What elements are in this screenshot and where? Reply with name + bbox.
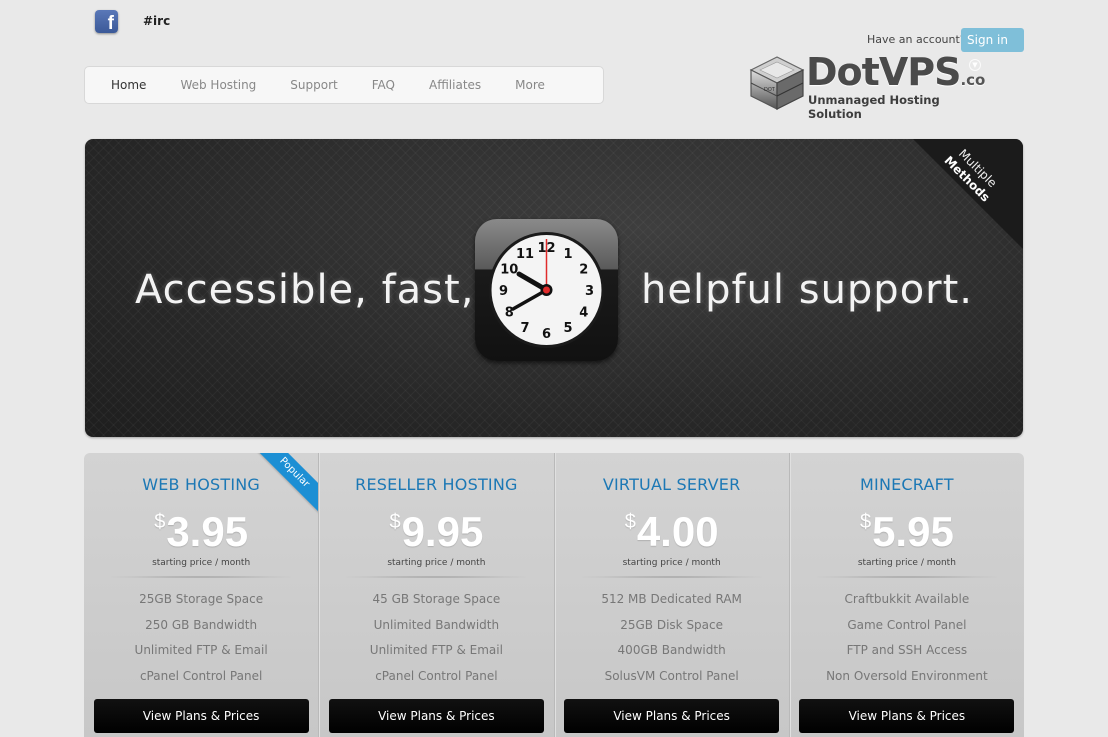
view-plans-button[interactable]: View Plans & Prices: [564, 699, 780, 733]
plan-price: $3.95: [84, 501, 318, 553]
plan-features: 512 MB Dedicated RAM 25GB Disk Space 400…: [555, 587, 789, 689]
plan-features: 45 GB Storage Space Unlimited Bandwidth …: [319, 587, 553, 689]
feature-item: 45 GB Storage Space: [372, 592, 501, 606]
logo-name: DotVPS: [806, 50, 961, 94]
price-value: 4.00: [636, 508, 719, 555]
clock-numeral: 3: [585, 284, 594, 299]
main-nav: Home Web Hosting Support FAQ Affiliates …: [84, 66, 604, 104]
feature-item: Unlimited Bandwidth: [373, 617, 500, 632]
feature-item: Game Control Panel: [847, 617, 967, 632]
divider: [111, 576, 292, 578]
clock-numeral: 11: [516, 247, 534, 262]
nav-item-affiliates[interactable]: Affiliates: [415, 78, 495, 92]
clock-numeral: 1: [563, 247, 572, 262]
sign-in-button[interactable]: Sign in ▼: [961, 28, 1024, 71]
server-cube-icon: DOT: [749, 56, 805, 110]
banner-text-right: helpful support.: [641, 267, 974, 313]
plan-price: $9.95: [319, 501, 553, 553]
view-plans-button[interactable]: View Plans & Prices: [93, 699, 309, 733]
clock-numeral: 7: [520, 321, 529, 336]
feature-item: FTP and SSH Access: [846, 643, 968, 657]
clock-numeral: 9: [499, 284, 508, 299]
plan-card-reseller-hosting: RESELLER HOSTING $9.95 starting price / …: [319, 453, 555, 737]
hero-banner: Accessible, fast, helpful support. Multi…: [85, 139, 1023, 437]
logo-tld: .co: [960, 71, 986, 89]
account-prompt: Have an account?: [867, 33, 966, 46]
clock-icon: 12 1 2 3 4 5 6 7 8 9 10 11: [475, 219, 618, 361]
banner-text-left: Accessible, fast,: [135, 267, 475, 313]
irc-link[interactable]: #irc: [143, 14, 170, 28]
nav-item-support[interactable]: Support: [276, 78, 351, 92]
plan-title: RESELLER HOSTING: [355, 475, 518, 494]
price-value: 3.95: [166, 508, 249, 555]
logo-wordmark: DotVPS.co: [806, 50, 985, 94]
feature-item: cPanel Control Panel: [139, 668, 263, 683]
view-plans-button[interactable]: View Plans & Prices: [799, 699, 1015, 733]
plan-title: MINECRAFT: [860, 475, 954, 494]
nav-item-home[interactable]: Home: [97, 78, 160, 92]
pricing-plans: Popular WEB HOSTING $3.95 starting price…: [84, 453, 1024, 737]
currency-symbol: $: [389, 511, 401, 533]
logo-tagline: Unmanaged Hosting Solution: [808, 93, 940, 121]
plan-card-web-hosting: Popular WEB HOSTING $3.95 starting price…: [84, 453, 320, 737]
currency-symbol: $: [624, 511, 636, 533]
nav-item-more[interactable]: More: [501, 78, 559, 92]
plan-card-virtual-server: VIRTUAL SERVER $4.00 starting price / mo…: [555, 453, 790, 737]
clock-numeral: 10: [500, 263, 518, 278]
view-plans-button[interactable]: View Plans & Prices: [328, 699, 544, 733]
feature-item: cPanel Control Panel: [375, 668, 498, 683]
currency-symbol: $: [154, 511, 166, 533]
plan-price-subtitle: starting price / month: [857, 558, 956, 568]
clock-numeral: 2: [579, 263, 588, 278]
clock-numeral: 6: [542, 327, 551, 342]
plan-card-minecraft: MINECRAFT $5.95 starting price / month C…: [790, 453, 1024, 737]
feature-item: Unlimited FTP & Email: [369, 643, 503, 657]
clock-numeral: 4: [579, 306, 588, 321]
plan-price: $4.00: [555, 501, 789, 553]
clock-numeral: 5: [563, 321, 572, 336]
plan-features: Craftbukkit Available Game Control Panel…: [790, 587, 1024, 689]
sign-in-label: Sign in: [967, 33, 1008, 47]
price-value: 9.95: [401, 508, 484, 555]
feature-item: Non Oversold Environment: [826, 668, 988, 683]
plan-title: WEB HOSTING: [142, 475, 261, 494]
plan-price-subtitle: starting price / month: [152, 558, 251, 568]
feature-item: 400GB Bandwidth: [617, 643, 726, 657]
divider: [816, 576, 997, 578]
plan-price: $5.95: [790, 501, 1024, 553]
feature-item: SolusVM Control Panel: [604, 668, 739, 683]
feature-item: 25GB Storage Space: [139, 592, 264, 606]
logo[interactable]: DOT DotVPS.co Unmanaged Hosting Solution: [748, 50, 988, 121]
clock-face: 12 1234567891011: [488, 232, 605, 348]
nav-item-web-hosting[interactable]: Web Hosting: [166, 78, 270, 92]
feature-item: 250 GB Bandwidth: [145, 617, 258, 632]
feature-item: 25GB Disk Space: [620, 617, 724, 632]
divider: [581, 576, 762, 578]
feature-item: Unlimited FTP & Email: [134, 643, 268, 657]
nav-item-faq[interactable]: FAQ: [358, 78, 409, 92]
price-value: 5.95: [872, 508, 954, 555]
plan-price-subtitle: starting price / month: [622, 558, 721, 568]
currency-symbol: $: [859, 511, 872, 533]
plan-title: VIRTUAL SERVER: [602, 475, 741, 494]
feature-item: Craftbukkit Available: [844, 592, 970, 606]
facebook-icon[interactable]: f: [95, 10, 118, 33]
plan-price-subtitle: starting price / month: [387, 558, 486, 568]
plan-features: 25GB Storage Space 250 GB Bandwidth Unli…: [84, 587, 318, 689]
logo-cube-label: DOT: [764, 87, 776, 93]
divider: [346, 576, 527, 578]
feature-item: 512 MB Dedicated RAM: [601, 592, 742, 606]
